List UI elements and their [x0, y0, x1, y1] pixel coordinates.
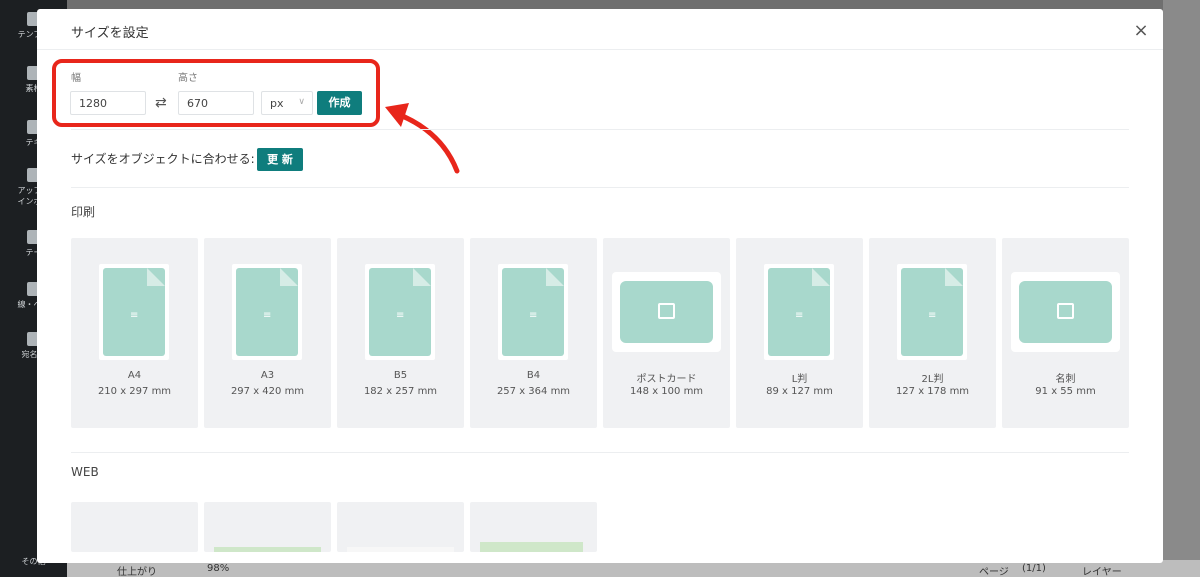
preset-thumb: ≡ — [897, 264, 967, 360]
divider — [71, 452, 1129, 453]
preset-card-b5[interactable]: ≡ B5 182 x 257 mm — [337, 238, 464, 428]
preset-dimensions: 127 x 178 mm — [895, 386, 970, 397]
image-placeholder — [1019, 281, 1112, 343]
document-icon: ≡ — [768, 268, 830, 356]
lines-icon: ≡ — [396, 310, 405, 321]
web-preset-card[interactable] — [71, 502, 198, 552]
modal-title: サイズを設定 — [71, 26, 149, 41]
finish-toggle[interactable]: 仕上がり — [117, 563, 157, 577]
preset-dimensions: 89 x 127 mm — [766, 386, 833, 397]
layer-label[interactable]: レイヤー — [1082, 563, 1122, 577]
preset-thumb: ≡ — [365, 264, 435, 360]
print-section-title: 印刷 — [71, 205, 96, 219]
update-button[interactable]: 更 新 — [257, 148, 303, 171]
web-thumb — [480, 542, 583, 552]
preset-thumb: ≡ — [99, 264, 169, 360]
preset-card-2l-size[interactable]: ≡ 2L判 127 x 178 mm — [869, 238, 996, 428]
preset-name: B4 — [526, 370, 541, 381]
arrow-icon — [385, 103, 460, 174]
image-icon — [1057, 303, 1074, 319]
preset-thumb — [612, 272, 721, 352]
document-icon: ≡ — [369, 268, 431, 356]
preset-thumb: ≡ — [764, 264, 834, 360]
page-fold — [147, 268, 165, 286]
image-placeholder — [620, 281, 713, 343]
lines-icon: ≡ — [928, 310, 937, 321]
preset-dimensions: 148 x 100 mm — [629, 386, 704, 397]
header-divider — [37, 49, 1163, 50]
web-preset-card[interactable] — [470, 502, 597, 552]
lines-icon: ≡ — [795, 310, 804, 321]
web-thumb — [347, 547, 454, 552]
preset-dimensions: 182 x 257 mm — [363, 386, 438, 397]
close-button[interactable]: × — [1133, 22, 1149, 40]
preset-dimensions: 257 x 364 mm — [496, 386, 571, 397]
document-icon: ≡ — [502, 268, 564, 356]
web-section-title: WEB — [71, 465, 99, 479]
lines-icon: ≡ — [263, 310, 272, 321]
fit-object-label: サイズをオブジェクトに合わせる: — [71, 152, 255, 166]
web-thumb — [214, 547, 321, 552]
preset-card-postcard[interactable]: ポストカード 148 x 100 mm — [603, 238, 730, 428]
preset-name: A4 — [127, 370, 142, 381]
divider — [71, 129, 1129, 130]
preset-thumb — [1011, 272, 1120, 352]
preset-card-b4[interactable]: ≡ B4 257 x 364 mm — [470, 238, 597, 428]
preset-card-a4[interactable]: ≡ A4 210 x 297 mm — [71, 238, 198, 428]
document-icon: ≡ — [103, 268, 165, 356]
size-settings-modal: サイズを設定 × 幅 高さ 1280 ⇄ 670 px ∨ 作成 サイズをオブジェ… — [37, 9, 1163, 563]
page-count: (1/1) — [1022, 563, 1046, 574]
preset-card-a3[interactable]: ≡ A3 297 x 420 mm — [204, 238, 331, 428]
preset-name: 2L判 — [921, 374, 944, 385]
preset-name: B5 — [393, 370, 408, 381]
lines-icon: ≡ — [529, 310, 538, 321]
preset-name: A3 — [260, 370, 275, 381]
preset-name: L判 — [791, 374, 808, 385]
page-fold — [280, 268, 298, 286]
page-fold — [945, 268, 963, 286]
web-preset-card[interactable] — [204, 502, 331, 552]
web-preset-card[interactable] — [337, 502, 464, 552]
preset-thumb: ≡ — [498, 264, 568, 360]
page-label[interactable]: ページ — [979, 563, 1009, 577]
page-fold — [546, 268, 564, 286]
preset-name: 名刺 — [1055, 374, 1076, 385]
preset-dimensions: 210 x 297 mm — [97, 386, 172, 397]
page-fold — [812, 268, 830, 286]
document-icon: ≡ — [236, 268, 298, 356]
canvas-background — [1163, 0, 1200, 577]
preset-card-business-card[interactable]: 名刺 91 x 55 mm — [1002, 238, 1129, 428]
preset-dimensions: 297 x 420 mm — [230, 386, 305, 397]
image-icon — [658, 303, 675, 319]
preset-thumb: ≡ — [232, 264, 302, 360]
highlight-box — [52, 59, 380, 127]
preset-card-l-size[interactable]: ≡ L判 89 x 127 mm — [736, 238, 863, 428]
preset-name: ポストカード — [636, 374, 697, 385]
preset-dimensions: 91 x 55 mm — [1035, 386, 1096, 397]
document-icon: ≡ — [901, 268, 963, 356]
lines-icon: ≡ — [130, 310, 139, 321]
page-fold — [413, 268, 431, 286]
zoom-value[interactable]: 98% — [207, 563, 229, 574]
divider — [71, 187, 1129, 188]
